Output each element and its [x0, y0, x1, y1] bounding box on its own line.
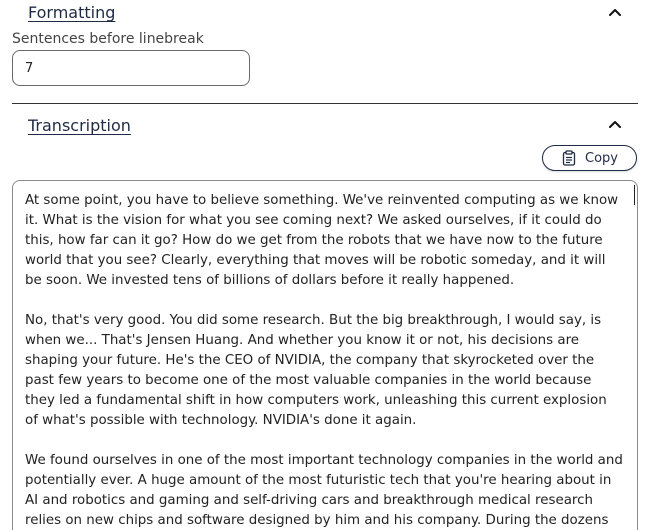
formatting-section-header[interactable]: Formatting: [28, 3, 115, 22]
copy-button-label: Copy: [585, 150, 618, 166]
page: Formatting Sentences before linebreak Tr…: [0, 0, 648, 530]
sentences-before-linebreak-input[interactable]: [12, 50, 250, 86]
transcription-section-header[interactable]: Transcription: [28, 116, 131, 135]
copy-button[interactable]: Copy: [542, 145, 637, 171]
chevron-up-icon[interactable]: [605, 3, 625, 23]
chevron-up-icon[interactable]: [605, 115, 625, 135]
clipboard-icon: [561, 150, 577, 166]
text-cursor: [634, 185, 635, 205]
transcript-paragraph: At some point, you have to believe somet…: [25, 193, 619, 288]
transcript-paragraph: No, that's very good. You did some resea…: [25, 313, 607, 428]
transcription-textarea[interactable]: At some point, you have to believe somet…: [12, 180, 638, 530]
section-divider: [12, 103, 638, 104]
transcript-paragraph: We found ourselves in one of the most im…: [25, 453, 623, 528]
sentences-before-linebreak-label: Sentences before linebreak: [12, 31, 204, 47]
